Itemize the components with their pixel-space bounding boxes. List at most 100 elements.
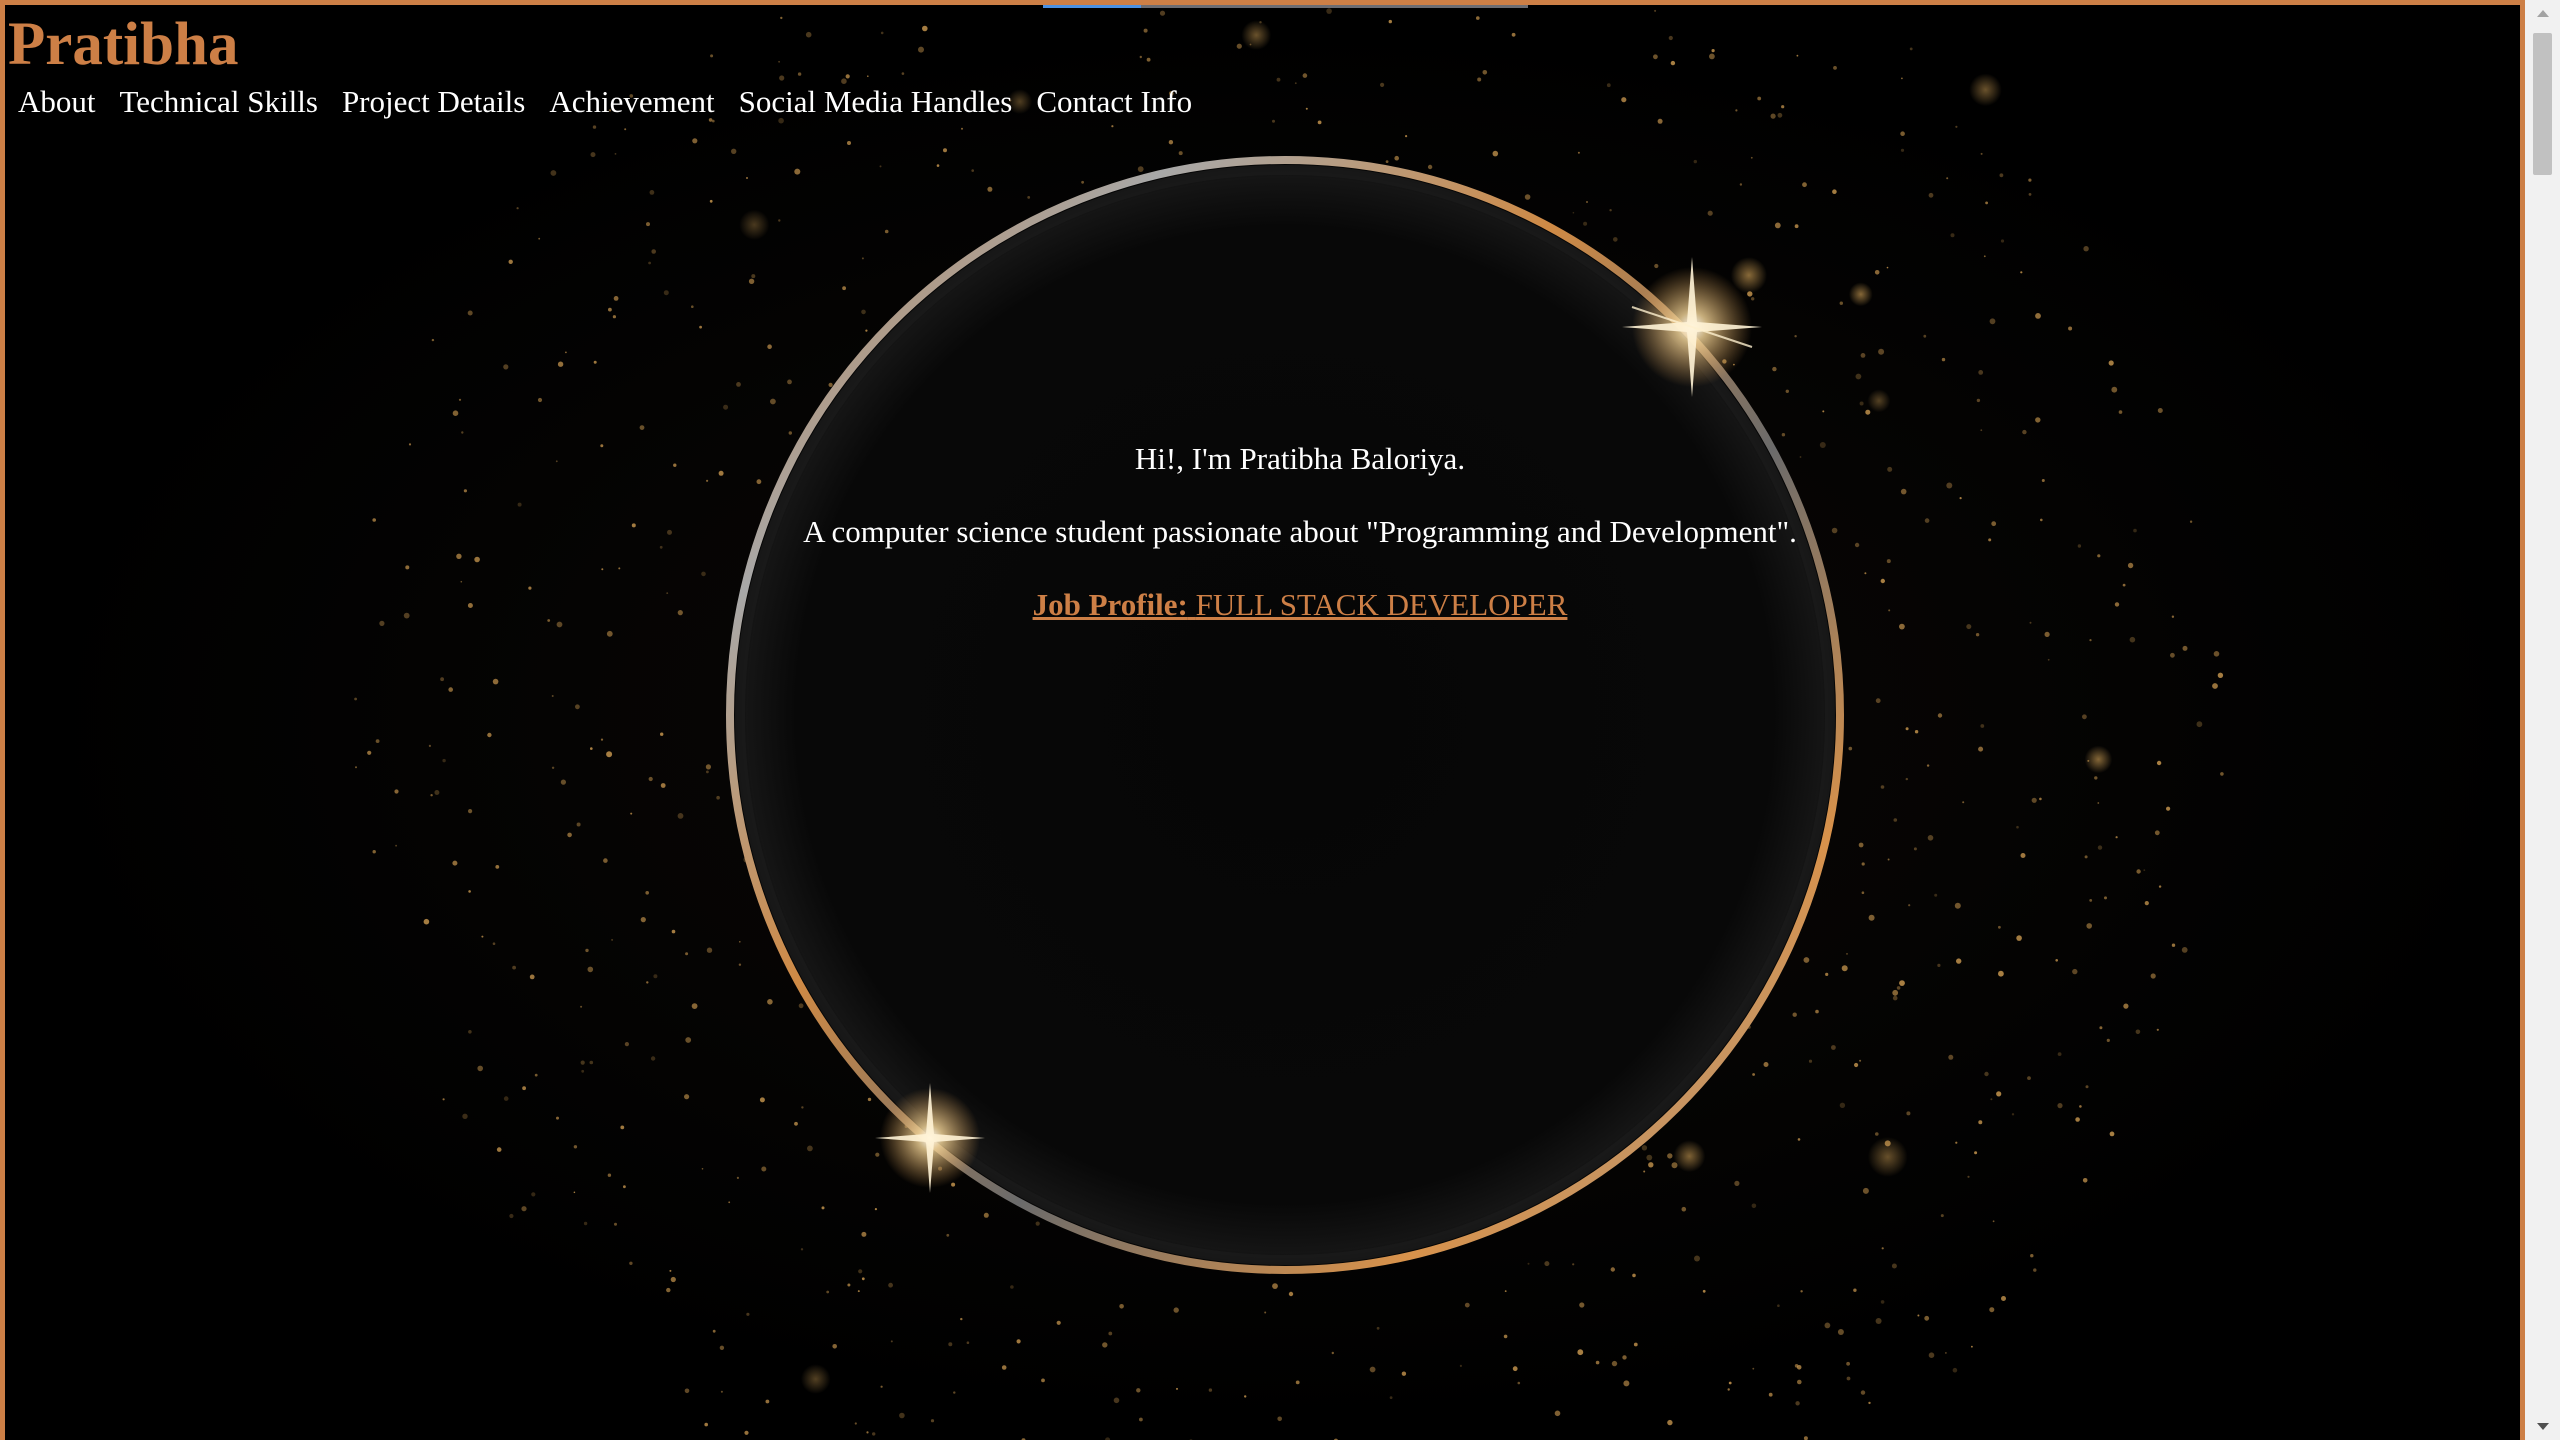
dust-particle xyxy=(705,764,712,770)
dust-particle xyxy=(1119,1304,1124,1309)
dust-particle xyxy=(1577,1349,1584,1356)
chevron-up-icon[interactable] xyxy=(2525,0,2560,26)
dust-particle xyxy=(866,1431,869,1434)
dust-particle xyxy=(2035,313,2041,319)
dust-particle xyxy=(1667,1419,1673,1426)
dust-particle xyxy=(901,72,905,75)
dust-particle xyxy=(805,31,812,38)
dust-particle xyxy=(2094,776,2098,780)
dust-particle xyxy=(1928,1352,1935,1358)
dust-particle xyxy=(623,1185,626,1189)
dust-particle xyxy=(379,620,385,627)
dust-particle xyxy=(2077,544,2082,548)
dust-particle xyxy=(2033,1268,2037,1272)
dust-particle xyxy=(1967,1175,1970,1178)
dust-particle xyxy=(651,249,656,254)
dust-particle xyxy=(430,794,433,797)
dust-particle xyxy=(1796,54,1799,57)
dust-particle xyxy=(1887,858,1890,861)
dust-particle xyxy=(2157,408,2163,413)
dust-particle xyxy=(660,783,666,788)
dust-particle xyxy=(611,938,614,941)
dust-particle xyxy=(592,125,597,129)
dust-particle xyxy=(1464,1302,1470,1308)
dust-particle xyxy=(1702,1289,1706,1293)
dust-particle xyxy=(608,307,612,312)
dust-particle xyxy=(1976,398,1981,403)
dust-particle xyxy=(1623,1380,1630,1387)
dust-particle xyxy=(2085,1085,2089,1089)
hero-tagline: A computer science student passionate ab… xyxy=(803,514,1797,549)
dust-particle xyxy=(2213,651,2220,657)
job-profile-link[interactable]: Job Profile: FULL STACK DEVELOPER xyxy=(1033,587,1568,622)
dust-particle xyxy=(537,397,543,403)
dust-particle xyxy=(1846,1361,1850,1366)
dust-particle xyxy=(603,858,608,863)
dust-particle xyxy=(1654,9,1657,12)
dust-particle xyxy=(555,460,558,463)
dust-particle xyxy=(1668,35,1673,41)
brand-logo-text[interactable]: Pratibha xyxy=(8,7,238,83)
dust-particle xyxy=(2170,652,2175,658)
dust-particle xyxy=(706,479,709,482)
dust-particle xyxy=(583,1221,588,1226)
dust-particle xyxy=(1971,1345,1973,1348)
dust-particle xyxy=(1859,1059,1862,1062)
dust-particle xyxy=(423,918,430,925)
dust-particle xyxy=(1999,173,2004,178)
dust-particle xyxy=(1611,1360,1618,1367)
dust-particle xyxy=(1892,995,1898,1001)
dust-particle xyxy=(1945,1352,1947,1354)
dust-particle xyxy=(580,1005,583,1008)
dust-particle xyxy=(1978,1120,1983,1125)
dust-particle xyxy=(372,518,377,522)
dust-particle xyxy=(691,305,694,309)
dust-particle xyxy=(503,1096,509,1101)
dust-particle xyxy=(1978,370,1984,375)
dust-particle xyxy=(492,678,499,685)
dust-particle xyxy=(408,443,412,446)
nav-item-project-details[interactable]: Project Details xyxy=(337,81,537,123)
dust-particle xyxy=(1777,112,1783,118)
dust-particle xyxy=(1728,1381,1732,1385)
nav-item-about[interactable]: About xyxy=(13,81,108,123)
dust-particle xyxy=(1504,1290,1507,1292)
page-viewport: Pratibha About Technical Skills Project … xyxy=(0,0,2525,1440)
dust-particle xyxy=(684,1094,690,1100)
dust-particle xyxy=(516,207,519,210)
dust-particle xyxy=(701,571,706,577)
dust-particle xyxy=(1975,633,1980,637)
dust-particle xyxy=(1992,1220,1995,1223)
dust-particle xyxy=(706,947,713,953)
dust-particle xyxy=(1388,19,1393,24)
dust-particle xyxy=(1980,724,1985,728)
dust-particle xyxy=(692,138,698,144)
dust-particle xyxy=(1905,727,1909,731)
dust-particle xyxy=(2082,1178,2088,1183)
dust-particle xyxy=(1955,1141,1958,1144)
dust-particle xyxy=(481,935,484,938)
dust-particle xyxy=(589,1060,594,1065)
nav-item-social-media-handles[interactable]: Social Media Handles xyxy=(734,81,1025,123)
dust-particle xyxy=(354,697,357,701)
dust-particle xyxy=(1757,96,1762,101)
nav-item-technical-skills[interactable]: Technical Skills xyxy=(115,81,330,123)
dust-particle xyxy=(648,261,651,265)
nav-item-achievement[interactable]: Achievement xyxy=(544,81,726,123)
dust-particle xyxy=(2182,645,2188,651)
dust-particle xyxy=(645,891,649,895)
dust-particle xyxy=(442,758,446,763)
dust-particle xyxy=(867,75,869,77)
dust-particle xyxy=(1983,255,1986,258)
dust-particle xyxy=(1900,131,1905,136)
chevron-down-icon[interactable] xyxy=(2525,1414,2560,1440)
dust-particle xyxy=(1991,521,1997,527)
dust-particle xyxy=(1735,109,1738,112)
dust-particle xyxy=(528,586,532,590)
nav-item-contact-info[interactable]: Contact Info xyxy=(1031,81,1204,123)
dust-particle xyxy=(442,1098,445,1101)
scrollbar-thumb[interactable] xyxy=(2533,33,2552,175)
vertical-scrollbar[interactable] xyxy=(2525,0,2560,1440)
dust-particle xyxy=(961,127,963,130)
dust-particle xyxy=(1927,835,1934,841)
